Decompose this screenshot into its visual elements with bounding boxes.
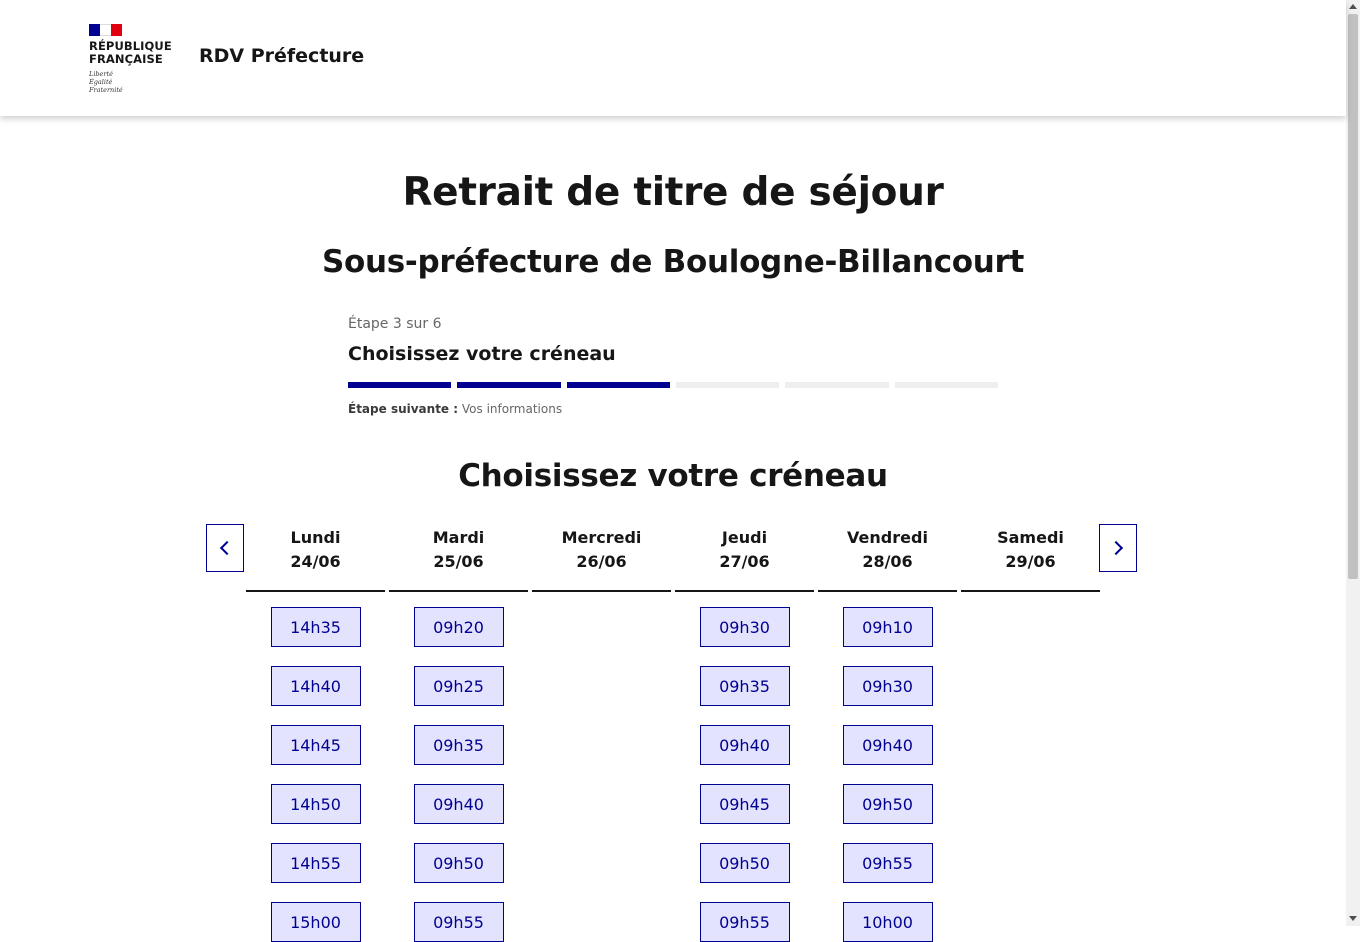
scroll-up-arrow-icon[interactable]: [1349, 4, 1357, 9]
time-slot-button[interactable]: 09h40: [842, 725, 933, 765]
day-header: Jeudi 27/06: [675, 524, 814, 592]
stepper-segment: [785, 382, 889, 388]
motto-fraternite: Fraternité: [89, 86, 123, 94]
day-name: Samedi: [997, 528, 1064, 547]
stepper-segment: [675, 382, 780, 388]
time-slot-button[interactable]: 09h30: [842, 666, 933, 706]
day-header: Samedi 29/06: [961, 524, 1100, 592]
motto-egalite: Égalité: [89, 78, 113, 86]
time-slot-button[interactable]: 09h30: [699, 607, 790, 647]
time-slot-button[interactable]: 09h45: [699, 784, 790, 824]
day-date: 29/06: [1005, 552, 1056, 571]
french-flag-logo[interactable]: [89, 24, 122, 36]
day-date: 28/06: [862, 552, 913, 571]
scroll-down-arrow-icon[interactable]: [1349, 916, 1357, 921]
day-column: Lundi 24/06 14h35 14h40 14h45 14h50 14h55 15h00: [246, 524, 385, 942]
page-scrollbar[interactable]: [1346, 0, 1360, 926]
day-header: Lundi 24/06: [246, 524, 385, 592]
day-name: Mardi: [432, 528, 485, 547]
republique-line2: FRANÇAISE: [89, 52, 163, 66]
day-column: Vendredi 28/06 09h10 09h30 09h40 09h50 09h55 10…: [818, 524, 957, 942]
stepper-progress: [348, 382, 998, 388]
page-subtitle: Sous-préfecture de Boulogne-Billancourt: [321, 244, 1025, 280]
time-slot-button[interactable]: 09h50: [699, 843, 790, 883]
slot-list: [532, 592, 671, 607]
time-slot-button[interactable]: 09h25: [413, 666, 504, 706]
stepper-title: Choisissez votre créneau: [348, 343, 616, 365]
slot-list: 09h10 09h30 09h40 09h50 09h55 10h00: [818, 592, 957, 942]
stepper-segment: [457, 382, 561, 388]
slot-list: 09h30 09h35 09h40 09h45 09h50 09h55: [675, 592, 814, 942]
time-slot-button[interactable]: 14h35: [270, 607, 361, 647]
stepper-next-step: Étape suivante : Vos informations: [348, 402, 562, 416]
stepper-segment: [348, 382, 452, 388]
day-name: Jeudi: [721, 528, 768, 547]
time-slot-button[interactable]: 14h50: [270, 784, 361, 824]
day-name: Vendredi: [847, 528, 928, 547]
time-slot-button[interactable]: 09h55: [842, 843, 933, 883]
time-slot-button[interactable]: 15h00: [270, 902, 361, 942]
time-slot-button[interactable]: 09h40: [413, 784, 504, 824]
time-slot-button[interactable]: 09h10: [842, 607, 933, 647]
site-header: RÉPUBLIQUE FRANÇAISE Liberté Égalité Fra…: [0, 0, 1346, 116]
motto-liberte: Liberté: [89, 70, 113, 78]
day-name: Mercredi: [561, 528, 642, 547]
day-column: Mardi 25/06 09h20 09h25 09h35 09h40 09h50 09h55: [389, 524, 528, 942]
chevron-right-icon: [1108, 540, 1124, 556]
next-days-button[interactable]: [1099, 524, 1137, 572]
service-title[interactable]: RDV Préfecture: [199, 45, 364, 67]
time-slot-button[interactable]: 09h20: [413, 607, 504, 647]
day-column: Mercredi 26/06: [532, 524, 671, 942]
time-slot-button[interactable]: 09h40: [699, 725, 790, 765]
day-column: Samedi 29/06: [961, 524, 1100, 942]
time-slot-button[interactable]: 14h40: [270, 666, 361, 706]
chevron-left-icon: [219, 540, 235, 556]
day-header: Vendredi 28/06: [818, 524, 957, 592]
slot-list: 09h20 09h25 09h35 09h40 09h50 09h55: [389, 592, 528, 942]
time-slot-button[interactable]: 09h35: [413, 725, 504, 765]
day-date: 24/06: [290, 552, 341, 571]
day-header: Mardi 25/06: [389, 524, 528, 592]
motto: Liberté Égalité Fraternité: [89, 70, 123, 94]
day-date: 26/06: [576, 552, 627, 571]
time-slot-button[interactable]: 09h55: [413, 902, 504, 942]
day-header: Mercredi 26/06: [532, 524, 671, 592]
time-slot-button[interactable]: 14h55: [270, 843, 361, 883]
day-column: Jeudi 27/06 09h30 09h35 09h40 09h45 09h50 09h55: [675, 524, 814, 942]
republique-francaise-logo-text[interactable]: RÉPUBLIQUE FRANÇAISE: [89, 40, 172, 66]
stepper-segment: [894, 382, 998, 388]
next-step-value: Vos informations: [461, 402, 563, 416]
day-date: 25/06: [433, 552, 484, 571]
time-slot-button[interactable]: 09h35: [699, 666, 790, 706]
slot-list: [961, 592, 1100, 607]
slot-list: 14h35 14h40 14h45 14h50 14h55 15h00: [246, 592, 385, 942]
time-slot-button[interactable]: 10h00: [842, 902, 933, 942]
scroll-thumb[interactable]: [1348, 14, 1358, 579]
stepper-segment: [566, 382, 670, 388]
day-name: Lundi: [290, 528, 341, 547]
time-slot-button[interactable]: 09h50: [413, 843, 504, 883]
slots-section-title: Choisissez votre créneau: [458, 458, 888, 494]
time-slot-button[interactable]: 14h45: [270, 725, 361, 765]
page-title: Retrait de titre de séjour: [402, 170, 944, 215]
time-slot-button[interactable]: 09h50: [842, 784, 933, 824]
time-slot-button[interactable]: 09h55: [699, 902, 790, 942]
day-date: 27/06: [719, 552, 770, 571]
previous-days-button[interactable]: [206, 524, 244, 572]
days-grid: Lundi 24/06 14h35 14h40 14h45 14h50 14h55 15h00…: [246, 524, 1100, 942]
stepper-state: Étape 3 sur 6: [348, 316, 442, 332]
next-step-label: Étape suivante :: [348, 402, 459, 416]
